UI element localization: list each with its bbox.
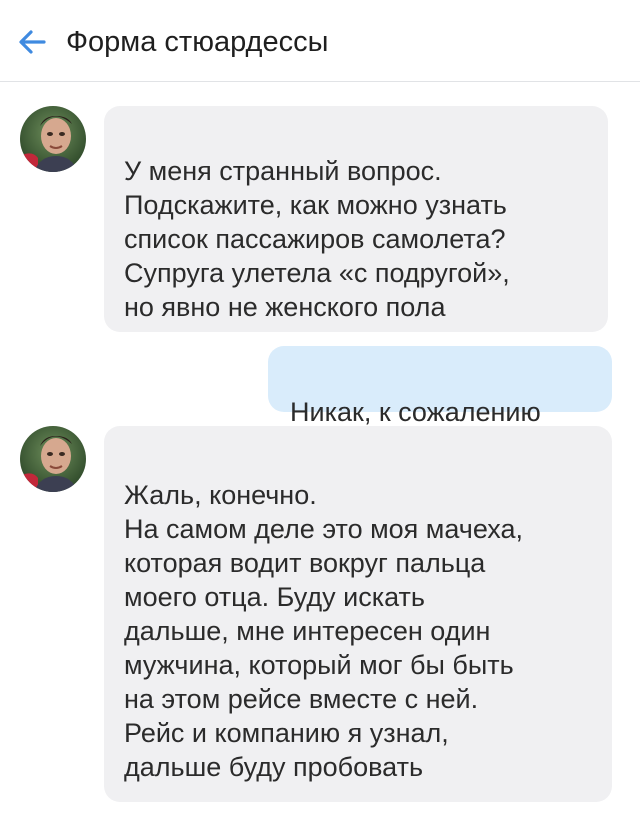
- back-button[interactable]: [14, 24, 50, 60]
- user-avatar-icon: [20, 106, 86, 172]
- sender-avatar[interactable]: [20, 106, 86, 172]
- user-avatar-icon: [20, 426, 86, 492]
- sender-avatar[interactable]: [20, 426, 86, 492]
- chat-header: Форма стюардессы: [0, 0, 640, 82]
- outgoing-message-bubble[interactable]: Никак, к сожалению: [268, 346, 612, 427]
- incoming-message-bubble[interactable]: Жаль, конечно. На самом деле это моя мач…: [104, 426, 612, 802]
- message-text: У меня странный вопрос. Подскажите, как …: [124, 156, 510, 322]
- arrow-left-icon[interactable]: [14, 24, 50, 60]
- chat-title: Форма стюардессы: [66, 26, 329, 58]
- message-text: Никак, к сожалению: [290, 397, 541, 427]
- incoming-message-bubble[interactable]: У меня странный вопрос. Подскажите, как …: [104, 106, 608, 332]
- message-text: Жаль, конечно. На самом деле это моя мач…: [124, 480, 523, 782]
- message-list: У меня странный вопрос. Подскажите, как …: [0, 82, 640, 840]
